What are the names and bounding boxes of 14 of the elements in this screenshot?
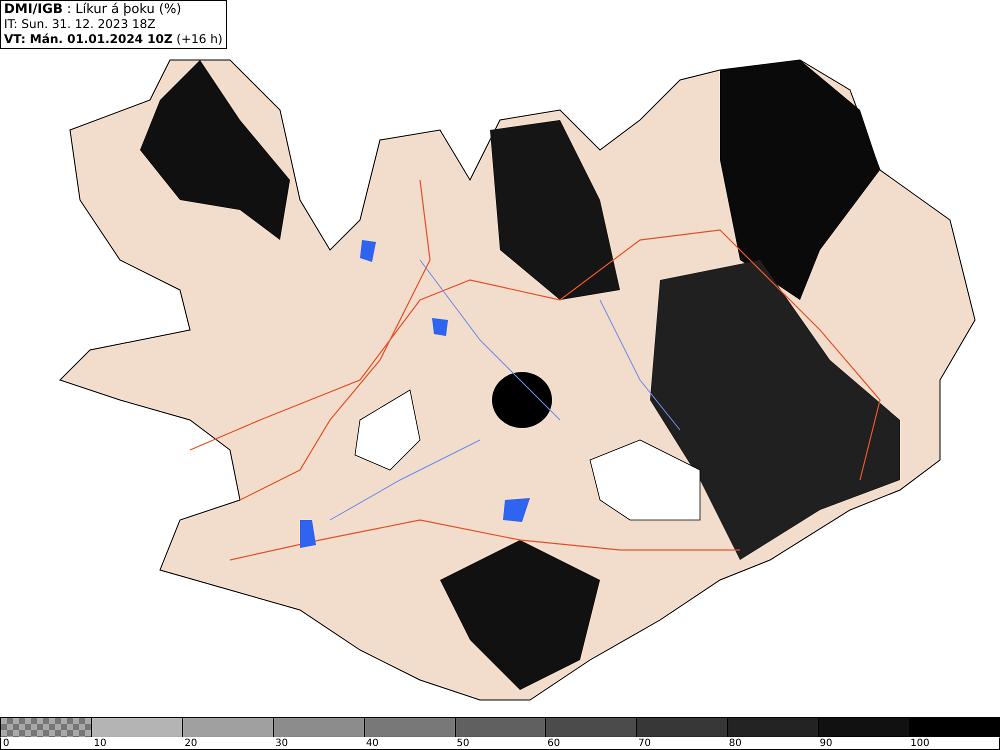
scale-label: 30 (274, 738, 289, 749)
scale-label: 80 (728, 738, 743, 749)
scale-label: 40 (364, 738, 380, 749)
scale-label: 90 (818, 738, 834, 749)
header-text: IT: Sun. 31. 12. 2023 18Z (4, 17, 157, 32)
scale-label: 60 (546, 738, 562, 749)
scale-label: 50 (456, 738, 470, 749)
scale-label: 0 (2, 738, 10, 749)
scale-label: 10 (92, 738, 108, 749)
header-text: VT: Mán. 01.01.2024 10Z (+16 h) (4, 32, 223, 47)
scale-label: 100 (909, 738, 930, 749)
scale-label: 70 (637, 738, 652, 749)
header-text: DMI/IGB : Líkur á þoku (%) (4, 2, 182, 17)
scale-label: 20 (183, 738, 198, 749)
